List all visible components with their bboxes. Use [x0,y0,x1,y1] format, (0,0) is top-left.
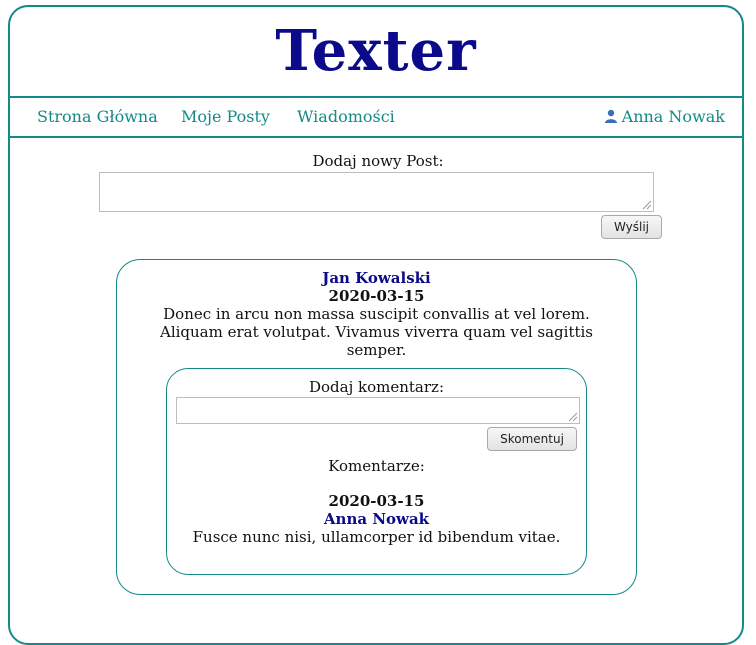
nav-home-link[interactable]: Strona Główna [37,107,158,126]
user-icon [604,109,617,123]
comment-submit-button[interactable]: Skomentuj [487,427,577,451]
new-post-label: Dodaj nowy Post: [312,152,444,170]
nav-my-posts-link[interactable]: Moje Posty [181,107,270,126]
post-body: Donec in arcu non massa suscipit convall… [159,305,594,359]
comments-heading: Komentarze: [328,457,425,475]
add-comment-label: Dodaj komentarz: [309,378,444,396]
app-title: Texter [275,18,477,84]
post-date: 2020-03-15 [328,287,425,305]
comment-author[interactable]: Anna Nowak [167,510,586,528]
resize-grip-icon[interactable] [566,410,578,422]
user-profile-link[interactable]: Anna Nowak [604,107,725,126]
main-nav: Strona Główna Moje Posty Wiadomości Anna… [10,96,742,138]
comment-input[interactable] [176,397,580,424]
user-name: Anna Nowak [621,107,725,126]
new-post-input[interactable] [99,172,654,212]
comment-date: 2020-03-15 [328,492,425,510]
send-post-button[interactable]: Wyślij [601,215,662,239]
resize-grip-icon[interactable] [640,198,652,210]
post-author[interactable]: Jan Kowalski [117,269,636,287]
comment-section: Dodaj komentarz: Skomentuj Komentarze: 2… [166,368,587,575]
comment-text: Fusce nunc nisi, ullamcorper id bibendum… [192,528,561,546]
post-card: Jan Kowalski 2020-03-15 Donec in arcu no… [116,259,637,595]
nav-messages-link[interactable]: Wiadomości [297,107,395,126]
